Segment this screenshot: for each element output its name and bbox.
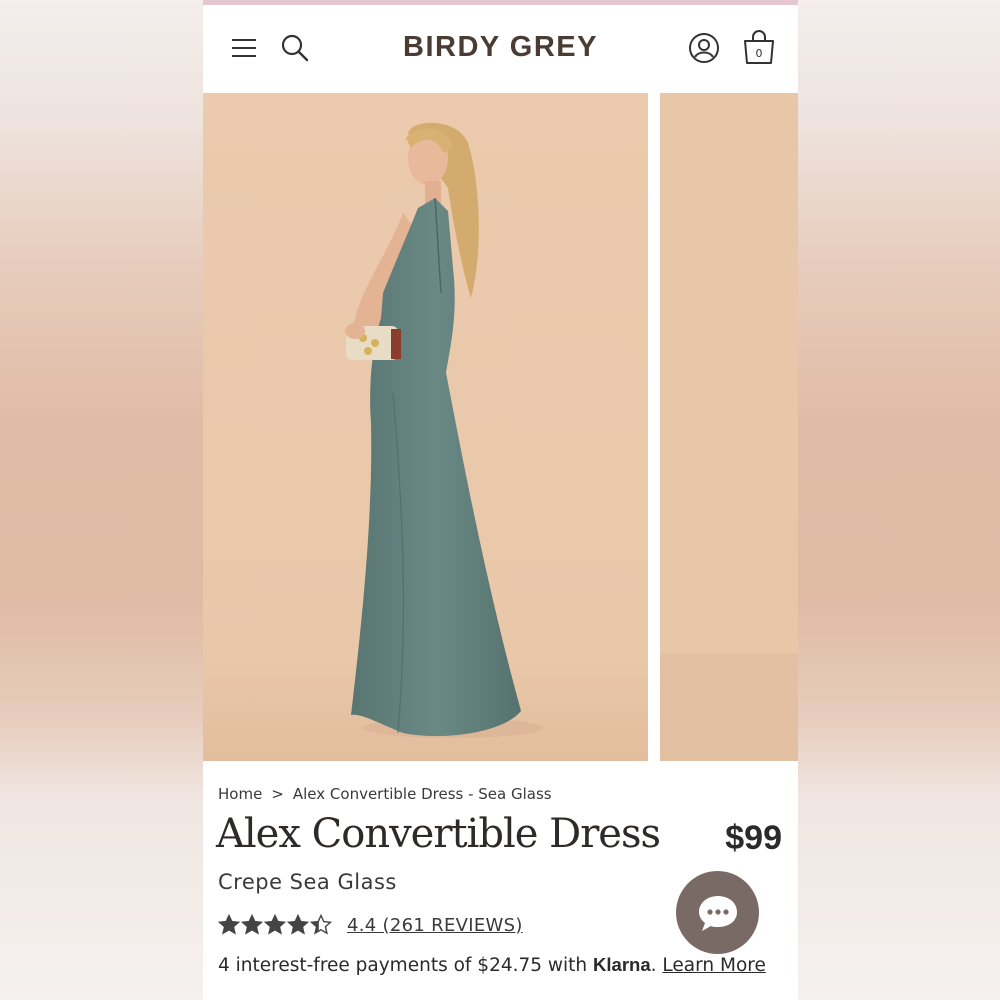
breadcrumb-home[interactable]: Home <box>218 785 262 803</box>
product-price: $99 <box>725 819 782 857</box>
product-photo-main[interactable] <box>203 93 648 761</box>
product-image-gallery[interactable] <box>203 93 798 761</box>
star-full-icon <box>287 914 309 935</box>
product-photo-next[interactable] <box>660 93 798 761</box>
payments-prefix: 4 interest-free payments of $24.75 with <box>218 955 594 976</box>
star-full-icon <box>264 914 286 935</box>
product-title: Alex Convertible Dress <box>216 811 661 857</box>
star-partial-icon <box>310 914 332 935</box>
star-full-icon <box>218 914 240 935</box>
klarna-logo: Klarna <box>593 954 651 975</box>
shopping-bag-icon[interactable]: 0 <box>741 27 777 67</box>
bag-count: 0 <box>755 46 763 60</box>
breadcrumb-current[interactable]: Alex Convertible Dress - Sea Glass <box>293 785 552 803</box>
product-rating[interactable]: 4.4 (261 REVIEWS) <box>218 914 523 936</box>
product-subtitle: Crepe Sea Glass <box>218 870 397 894</box>
mobile-page: BIRDY GREY 0 Home > Alex Convertible Dre… <box>203 0 798 1000</box>
chat-bubble-icon <box>698 895 737 931</box>
hamburger-menu-icon[interactable] <box>229 33 259 63</box>
search-icon[interactable] <box>278 31 312 65</box>
brand-logo[interactable]: BIRDY GREY <box>353 31 648 64</box>
site-header: BIRDY GREY 0 <box>203 5 798 93</box>
chat-button[interactable] <box>676 871 759 954</box>
breadcrumb: Home > Alex Convertible Dress - Sea Glass <box>218 785 552 803</box>
klarna-payments: 4 interest-free payments of $24.75 with … <box>218 954 766 976</box>
star-rating <box>218 914 333 936</box>
star-full-icon <box>241 914 263 935</box>
payments-suffix: . <box>650 955 663 976</box>
breadcrumb-separator: > <box>271 785 284 803</box>
reviews-link[interactable]: 4.4 (261 REVIEWS) <box>347 915 523 936</box>
learn-more-link[interactable]: Learn More <box>662 955 765 976</box>
account-icon[interactable] <box>687 31 721 65</box>
